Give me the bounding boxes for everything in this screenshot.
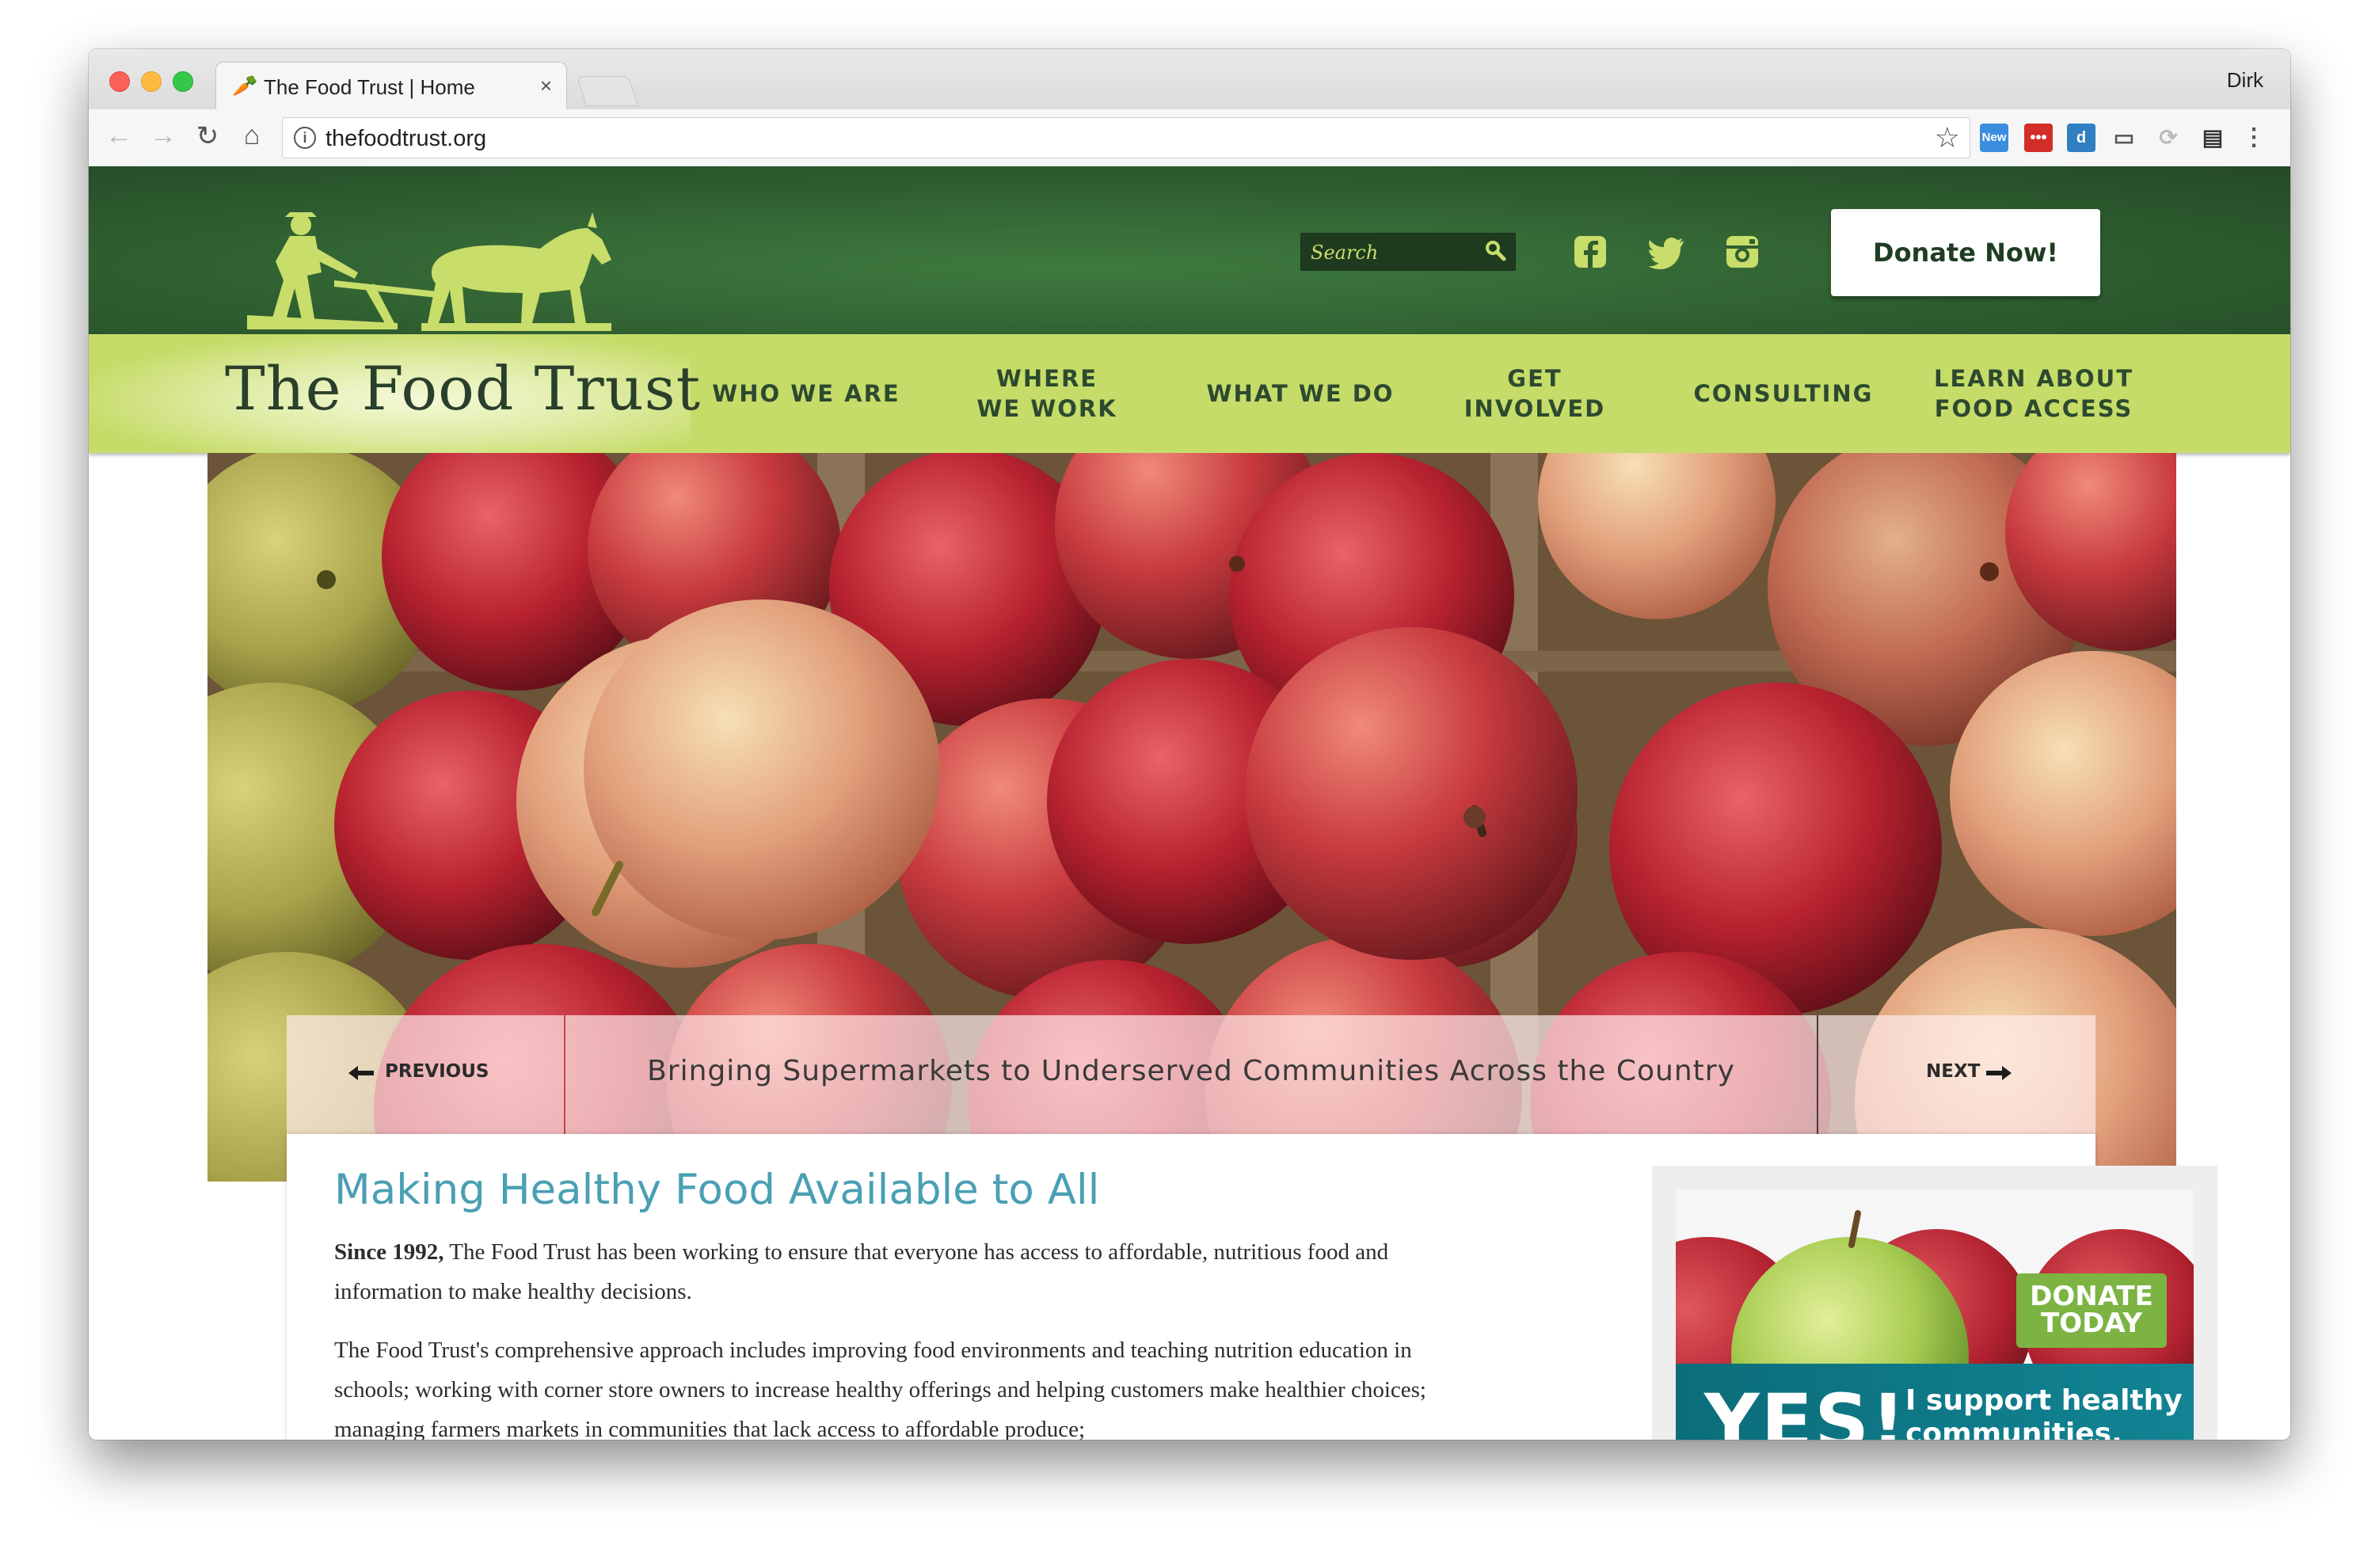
address-bar[interactable]: i thefoodtrust.org ☆ [282,117,1970,158]
intro-paragraph-1-text: The Food Trust has been working to ensur… [334,1239,1389,1304]
twitter-icon[interactable] [1646,231,1687,272]
profile-name[interactable]: Dirk [2227,68,2263,93]
browser-tab[interactable]: 🥕 The Food Trust | Home × [215,62,567,110]
clipper-extension-icon[interactable]: ▤ [2198,124,2227,152]
browser-window: 🥕 The Food Trust | Home × Dirk ← → ↻ ⌂ i… [89,49,2290,1440]
new-tab-button[interactable] [576,76,639,106]
arrow-right-icon [1986,1066,2012,1080]
cast-icon[interactable]: ▭ [2110,124,2138,152]
intro-section: Making Healthy Food Available to All Sin… [287,1134,2217,1440]
zoom-window-button[interactable] [173,71,193,92]
back-icon[interactable]: ← [103,120,135,151]
url-text[interactable]: thefoodtrust.org [325,126,486,152]
slider-previous-button[interactable]: PREVIOUS [287,1015,565,1134]
nav-label-line2: FOOD ACCESS [1934,395,2133,422]
promo-tagline: I support healthy communities. [1905,1384,2183,1440]
donate-now-button[interactable]: Donate Now! [1831,209,2100,296]
nav-label-line1: WHERE [995,365,1098,392]
tab-close-icon[interactable]: × [540,74,552,98]
nav-what-we-do[interactable]: WHAT WE DO [1197,334,1403,453]
facebook-icon[interactable] [1570,231,1611,272]
next-label: NEXT [1926,1061,1981,1082]
d-extension-icon[interactable]: d [2067,124,2095,152]
bookmark-star-icon[interactable]: ☆ [1935,121,1960,154]
nav-label-line1: GET [1507,365,1563,392]
close-window-button[interactable] [109,71,130,92]
site-header: Donate Now! [89,166,2290,334]
previous-label: PREVIOUS [385,1061,489,1082]
intro-title: Making Healthy Food Available to All [334,1166,1100,1214]
search-icon[interactable] [1483,238,1507,262]
search-box[interactable] [1300,233,1516,271]
search-input[interactable] [1309,238,1486,267]
tab-title: The Food Trust | Home [264,75,475,99]
lastpass-extension-icon[interactable]: ••• [2024,124,2053,152]
site-brand[interactable]: The Food Trust [225,353,701,424]
forward-icon[interactable]: → [147,120,179,151]
nav-label-line2: WE WORK [976,395,1117,422]
webpage: Donate Now! The Food Trust WHO WE ARE WH… [89,166,2290,1440]
nav-label-line1: LEARN ABOUT [1934,365,2133,392]
minimize-window-button[interactable] [141,71,162,92]
promo-yes-text: YES! [1704,1378,1908,1440]
nav-label-line1: WHO WE ARE [712,380,900,407]
slider-next-button[interactable]: NEXT [1817,1015,2095,1134]
intro-paragraph-2: The Food Trust's comprehensive approach … [334,1338,1426,1440]
sidebar-promo-box: DONATE TODAY YES! I support healthy comm… [1652,1166,2217,1440]
instagram-icon[interactable] [1722,231,1763,272]
donate-today-badge[interactable]: DONATE TODAY [2016,1273,2167,1348]
main-nav: The Food Trust WHO WE ARE WHERE WE WORK … [89,334,2290,453]
farmer-plow-logo-icon[interactable] [239,204,683,339]
home-icon[interactable]: ⌂ [236,120,268,151]
reload-icon[interactable]: ↻ [192,120,223,152]
intro-paragraph-1-bold: Since 1992, [334,1239,444,1265]
carrot-favicon-icon: 🥕 [232,74,258,97]
arrow-left-icon [348,1066,374,1080]
nav-where-we-work[interactable]: WHERE WE WORK [960,334,1134,453]
browser-toolbar: ← → ↻ ⌂ i thefoodtrust.org ☆ New ••• d ▭… [89,109,2290,167]
site-info-icon[interactable]: i [294,127,316,149]
nav-label-line1: CONSULTING [1693,380,1874,407]
nav-who-we-are[interactable]: WHO WE ARE [711,334,901,453]
nav-label-line2: INVOLVED [1464,395,1606,422]
intro-paragraph-1: Since 1992, The Food Trust has been work… [334,1232,1459,1311]
nav-get-involved[interactable]: GET INVOLVED [1456,334,1614,453]
nav-consulting[interactable]: CONSULTING [1688,334,1878,453]
sync-extension-icon[interactable]: ⟳ [2154,124,2183,152]
nav-learn-about-food-access[interactable]: LEARN ABOUT FOOD ACCESS [1931,334,2137,453]
title-bar: 🥕 The Food Trust | Home × Dirk [89,49,2290,110]
donate-promo-banner[interactable]: DONATE TODAY YES! I support healthy comm… [1676,1189,2194,1440]
badge-line2: TODAY [2041,1307,2142,1339]
slider-caption[interactable]: Bringing Supermarkets to Underserved Com… [564,1055,1818,1087]
badge-line1: DONATE [2030,1281,2153,1312]
new-badge-extension-icon[interactable]: New [1980,124,2008,152]
nav-label-line1: WHAT WE DO [1206,380,1395,407]
menu-kebab-icon[interactable]: ⋮ [2240,124,2268,152]
slider-caption-bar: PREVIOUS Bringing Supermarkets to Unders… [287,1015,2095,1134]
